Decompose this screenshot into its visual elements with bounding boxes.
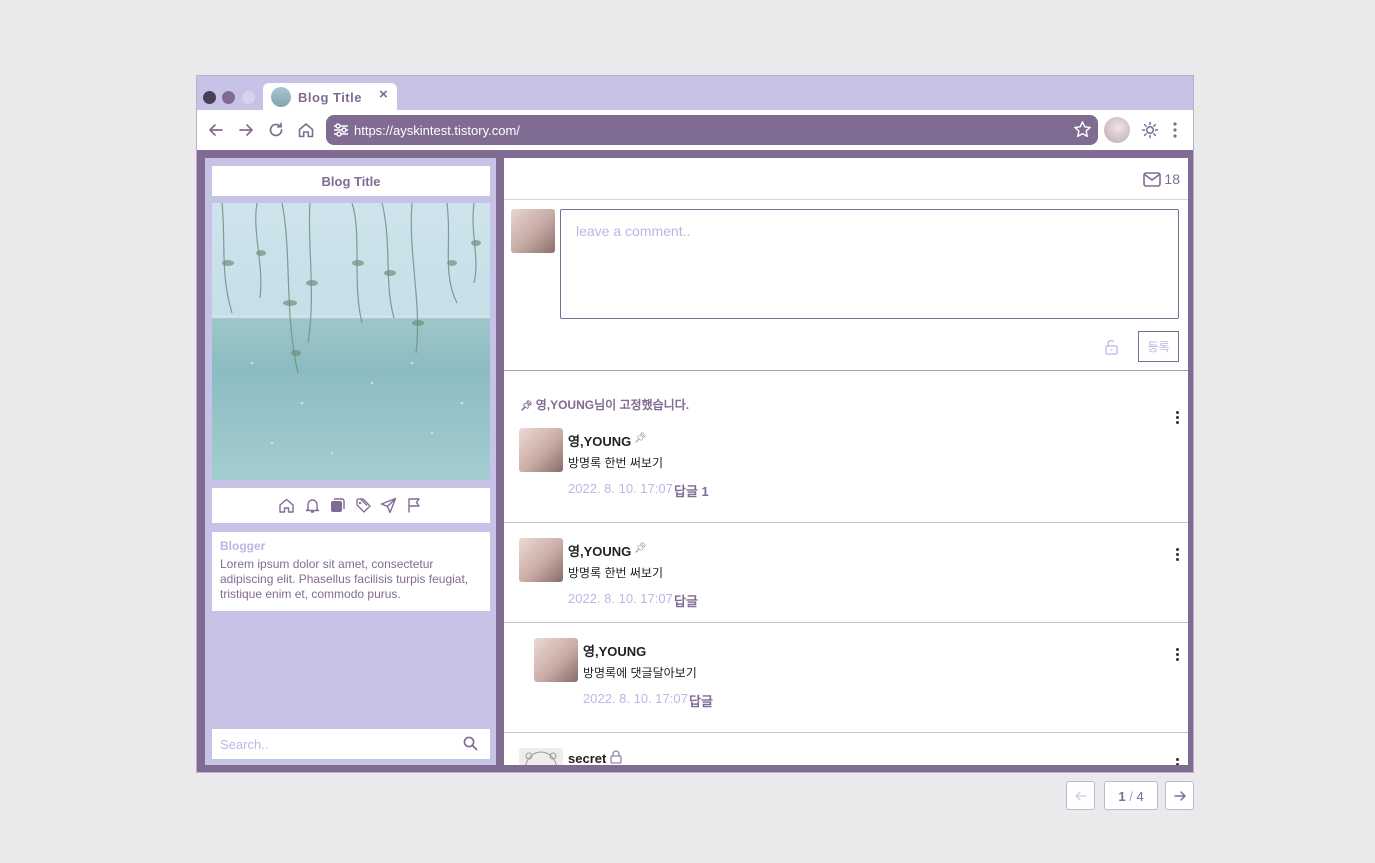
divider	[504, 370, 1188, 371]
entry-text: 방명록 한번 써보기	[568, 566, 663, 580]
bookmark-star-icon[interactable]	[1073, 120, 1092, 139]
favicon-icon	[271, 87, 291, 107]
more-vertical-icon[interactable]	[1174, 647, 1180, 663]
prev-page-button[interactable]	[1066, 781, 1095, 810]
minimize-window-dot[interactable]	[222, 91, 235, 104]
reply-button[interactable]: 답글	[689, 691, 713, 710]
lock-icon	[610, 750, 622, 764]
default-avatar	[519, 748, 563, 765]
next-page-button[interactable]	[1165, 781, 1194, 810]
blog-cover-image	[212, 203, 490, 480]
page-indicator: 1 / 4	[1104, 781, 1158, 810]
entry-author[interactable]: 영,YOUNG	[583, 641, 646, 660]
maximize-window-dot[interactable]	[242, 91, 255, 104]
total-pages: 4	[1136, 789, 1144, 804]
divider	[504, 622, 1188, 623]
blog-title[interactable]: Blog Title	[212, 166, 490, 196]
entry-text: 방명록 한번 써보기	[568, 456, 663, 470]
reload-icon[interactable]	[267, 121, 285, 139]
entry-text: 방명록에 댓글달아보기	[583, 666, 697, 680]
arrow-left-icon	[1075, 791, 1087, 801]
mail-icon	[1143, 172, 1162, 187]
blogger-card: Blogger Lorem ipsum dolor sit amet, cons…	[212, 532, 490, 611]
sidebar-search	[212, 729, 490, 759]
divider	[504, 522, 1188, 523]
pin-icon: 📌︎	[634, 433, 647, 444]
entry-date: 2022. 8. 10. 17:07	[583, 691, 688, 706]
category-icon[interactable]	[329, 497, 346, 514]
guestbook-panel: 18 등록 📌︎영,YOUNG님이 고정했습니다. 영,YOUNG 📌︎ 방명록…	[504, 158, 1188, 765]
page-separator: /	[1129, 789, 1133, 804]
guestbook-header: 18	[504, 158, 1188, 200]
sun-icon[interactable]	[1141, 121, 1159, 139]
sidebar: Blog Title Blogger Lorem ipsum dolor sit…	[205, 158, 496, 765]
search-icon[interactable]	[463, 736, 478, 751]
blogger-name: Blogger	[220, 539, 266, 553]
reply-button[interactable]: 답글	[674, 591, 698, 610]
close-icon[interactable]: ×	[379, 86, 388, 103]
address-bar[interactable]: https://ayskintest.tistory.com/	[326, 115, 1098, 145]
entry-avatar[interactable]	[519, 538, 563, 582]
profile-avatar[interactable]	[1104, 117, 1130, 143]
message-count-value: 18	[1164, 171, 1180, 187]
more-vertical-icon[interactable]	[1174, 547, 1180, 563]
message-count: 18	[1143, 171, 1180, 187]
flag-icon[interactable]	[406, 497, 423, 514]
tag-icon[interactable]	[355, 497, 372, 514]
entry-author[interactable]: secret	[568, 751, 606, 765]
tab-bar: Blog Title ×	[197, 76, 1193, 111]
entry-avatar[interactable]	[519, 428, 563, 472]
more-vertical-icon[interactable]	[1174, 410, 1180, 426]
pin-icon: 📌︎	[634, 543, 647, 554]
send-icon[interactable]	[380, 497, 397, 514]
home-icon[interactable]	[278, 497, 295, 514]
close-window-dot[interactable]	[203, 91, 216, 104]
more-vertical-icon[interactable]	[1174, 757, 1180, 765]
forward-arrow-icon[interactable]	[237, 121, 255, 139]
my-avatar	[511, 209, 555, 253]
site-settings-icon[interactable]	[333, 122, 349, 138]
pin-icon: 📌︎	[520, 401, 533, 412]
tab-blog[interactable]: Blog Title ×	[263, 83, 397, 111]
search-input[interactable]	[220, 732, 450, 756]
entry-author[interactable]: 영,YOUNG	[568, 541, 631, 560]
more-vertical-icon[interactable]	[1172, 121, 1178, 139]
browser-window: Blog Title × https://ayskintest.tistory.…	[196, 75, 1194, 773]
tab-title: Blog Title	[298, 90, 362, 105]
blogger-description: Lorem ipsum dolor sit amet, consectetur …	[220, 557, 469, 601]
pinned-note: 📌︎ 영,YOUNG님이 고정했습니다.	[520, 396, 689, 413]
pinned-note-text: 영,YOUNG님이 고정했습니다.	[535, 398, 690, 412]
reply-button[interactable]: 답글 1	[674, 481, 709, 500]
entry-date: 2022. 8. 10. 17:07	[568, 591, 673, 606]
submit-button[interactable]: 등록	[1138, 331, 1179, 362]
browser-toolbar: https://ayskintest.tistory.com/	[197, 110, 1193, 150]
unlock-icon[interactable]	[1102, 338, 1120, 356]
entry-author[interactable]: 영,YOUNG	[568, 431, 631, 450]
back-arrow-icon[interactable]	[207, 121, 225, 139]
home-icon[interactable]	[297, 121, 315, 139]
current-page: 1	[1118, 789, 1126, 804]
bell-icon[interactable]	[304, 497, 321, 514]
comment-input[interactable]	[560, 209, 1179, 319]
entry-avatar[interactable]	[534, 638, 578, 682]
arrow-right-icon	[1174, 791, 1186, 801]
url-text[interactable]: https://ayskintest.tistory.com/	[354, 123, 520, 138]
divider	[504, 732, 1188, 733]
entry-date: 2022. 8. 10. 17:07	[568, 481, 673, 496]
sidebar-icon-menu	[212, 488, 490, 523]
